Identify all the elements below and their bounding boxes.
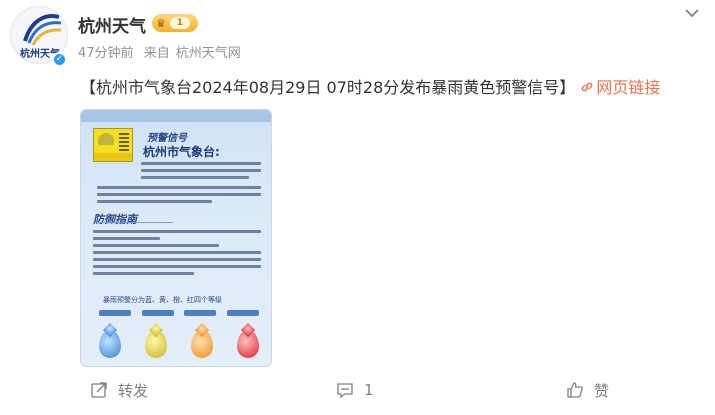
orange-drop-icon <box>191 330 213 358</box>
repost-icon <box>91 382 107 398</box>
level-chip <box>226 310 259 316</box>
image-levels-title: 暴雨预警分为蓝、黄、橙、红四个等级 <box>103 296 222 304</box>
blue-drop-icon <box>99 330 121 358</box>
image-top-bar <box>81 110 271 122</box>
red-drop-icon <box>237 330 259 358</box>
level-chip <box>184 310 217 316</box>
post-image[interactable]: 预警信号 杭州市气象台: 防御指南 暴雨预警分为蓝、黄、橙、红四个等级 <box>80 109 272 367</box>
link-icon <box>582 82 593 92</box>
chevron-down-icon[interactable] <box>683 4 701 22</box>
post-source[interactable]: 杭州天气网 <box>176 46 241 61</box>
rainstorm-warning-icon <box>93 128 133 162</box>
crown-icon: ♛ <box>156 16 166 30</box>
divider <box>93 222 173 223</box>
vip-level: 1 <box>169 17 190 29</box>
comment-button[interactable]: 1 <box>336 376 374 404</box>
source-prefix: 来自 <box>143 46 170 61</box>
level-chip <box>99 310 131 316</box>
like-button[interactable]: 赞 <box>566 376 609 404</box>
username[interactable]: 杭州天气 <box>78 12 146 37</box>
image-section-title-guide: 防御指南 <box>93 213 137 226</box>
thumbs-up-icon <box>567 382 583 398</box>
like-label: 赞 <box>594 381 610 400</box>
level-chip <box>141 310 174 316</box>
post-time[interactable]: 47分钟前 <box>78 46 134 61</box>
post-meta: 47分钟前 来自 杭州天气网 <box>78 42 247 61</box>
comment-count: 1 <box>364 381 374 399</box>
image-bureau: 杭州市气象台: <box>143 145 220 159</box>
image-text-block <box>97 186 261 207</box>
post-body: 【杭州市气象台2024年08月29日 07时28分发布暴雨黄色预警信号】 <box>80 78 576 97</box>
web-link[interactable]: 网页链接 <box>580 78 660 97</box>
repost-button[interactable]: 转发 <box>90 376 148 404</box>
level-chips <box>99 310 259 316</box>
vip-badge[interactable]: ♛ 1 <box>152 14 198 32</box>
yellow-drop-icon <box>145 330 167 358</box>
repost-label: 转发 <box>118 381 149 400</box>
verified-icon: ✓ <box>52 52 67 67</box>
link-label: 网页链接 <box>596 78 661 97</box>
comment-icon <box>337 383 353 399</box>
post-text: 【杭州市气象台2024年08月29日 07时28分发布暴雨黄色预警信号】 网页链… <box>80 74 660 98</box>
level-drops <box>99 330 259 358</box>
image-text-block <box>141 162 261 183</box>
image-section-title-signal: 预警信号 <box>147 133 187 144</box>
image-text-block <box>93 230 261 279</box>
